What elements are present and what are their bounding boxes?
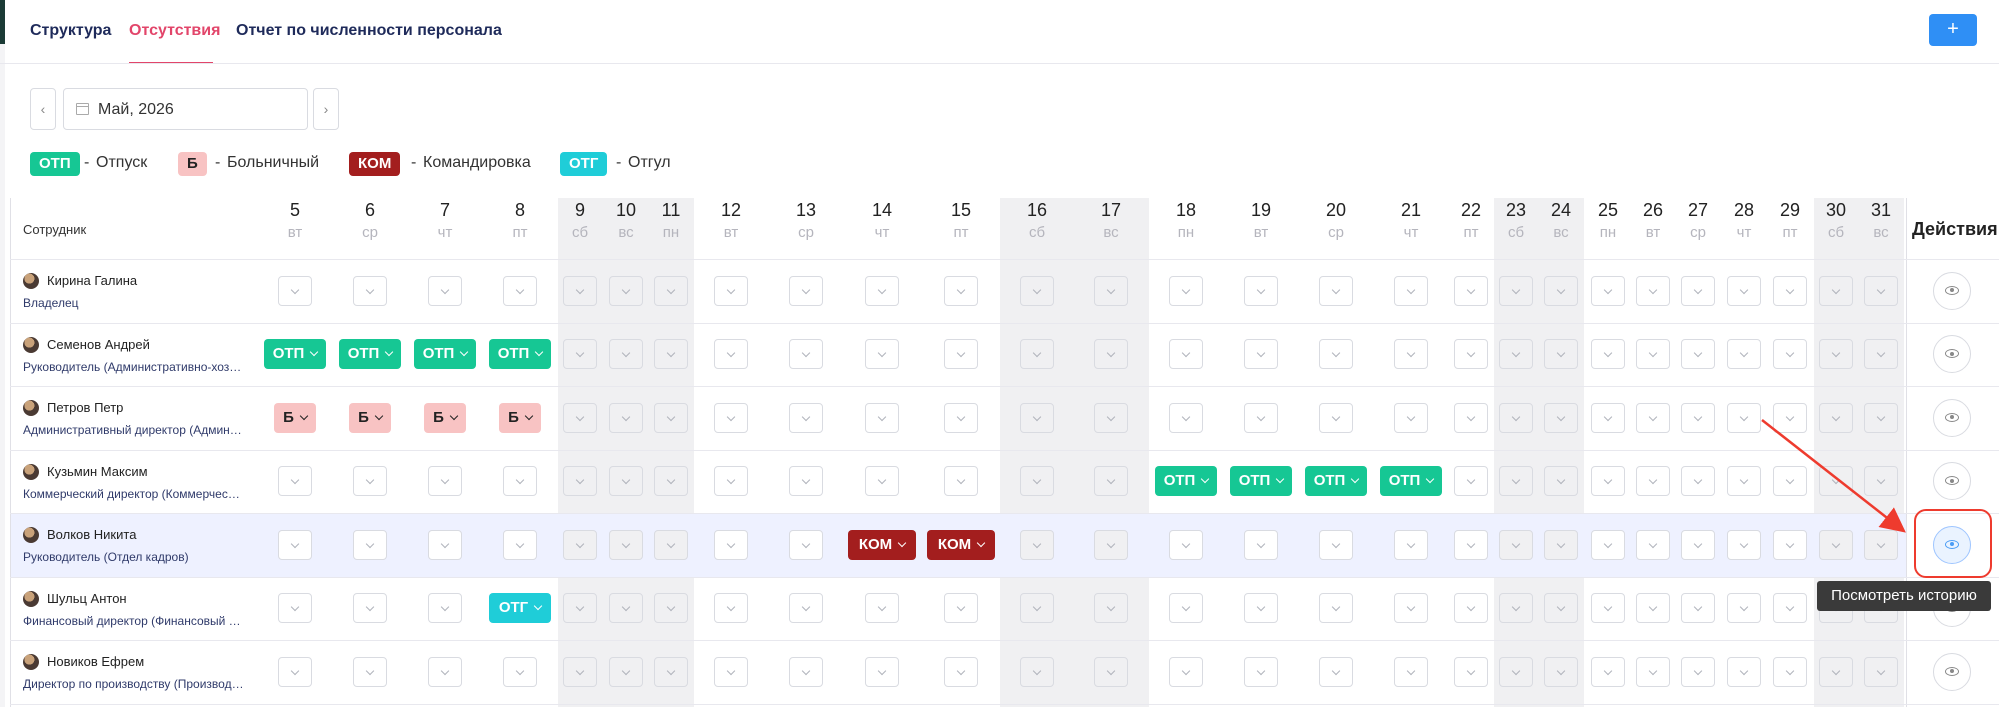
tooltip-view-history: Посмотреть историю bbox=[1817, 581, 1991, 611]
annotation-arrow bbox=[1761, 419, 1906, 533]
